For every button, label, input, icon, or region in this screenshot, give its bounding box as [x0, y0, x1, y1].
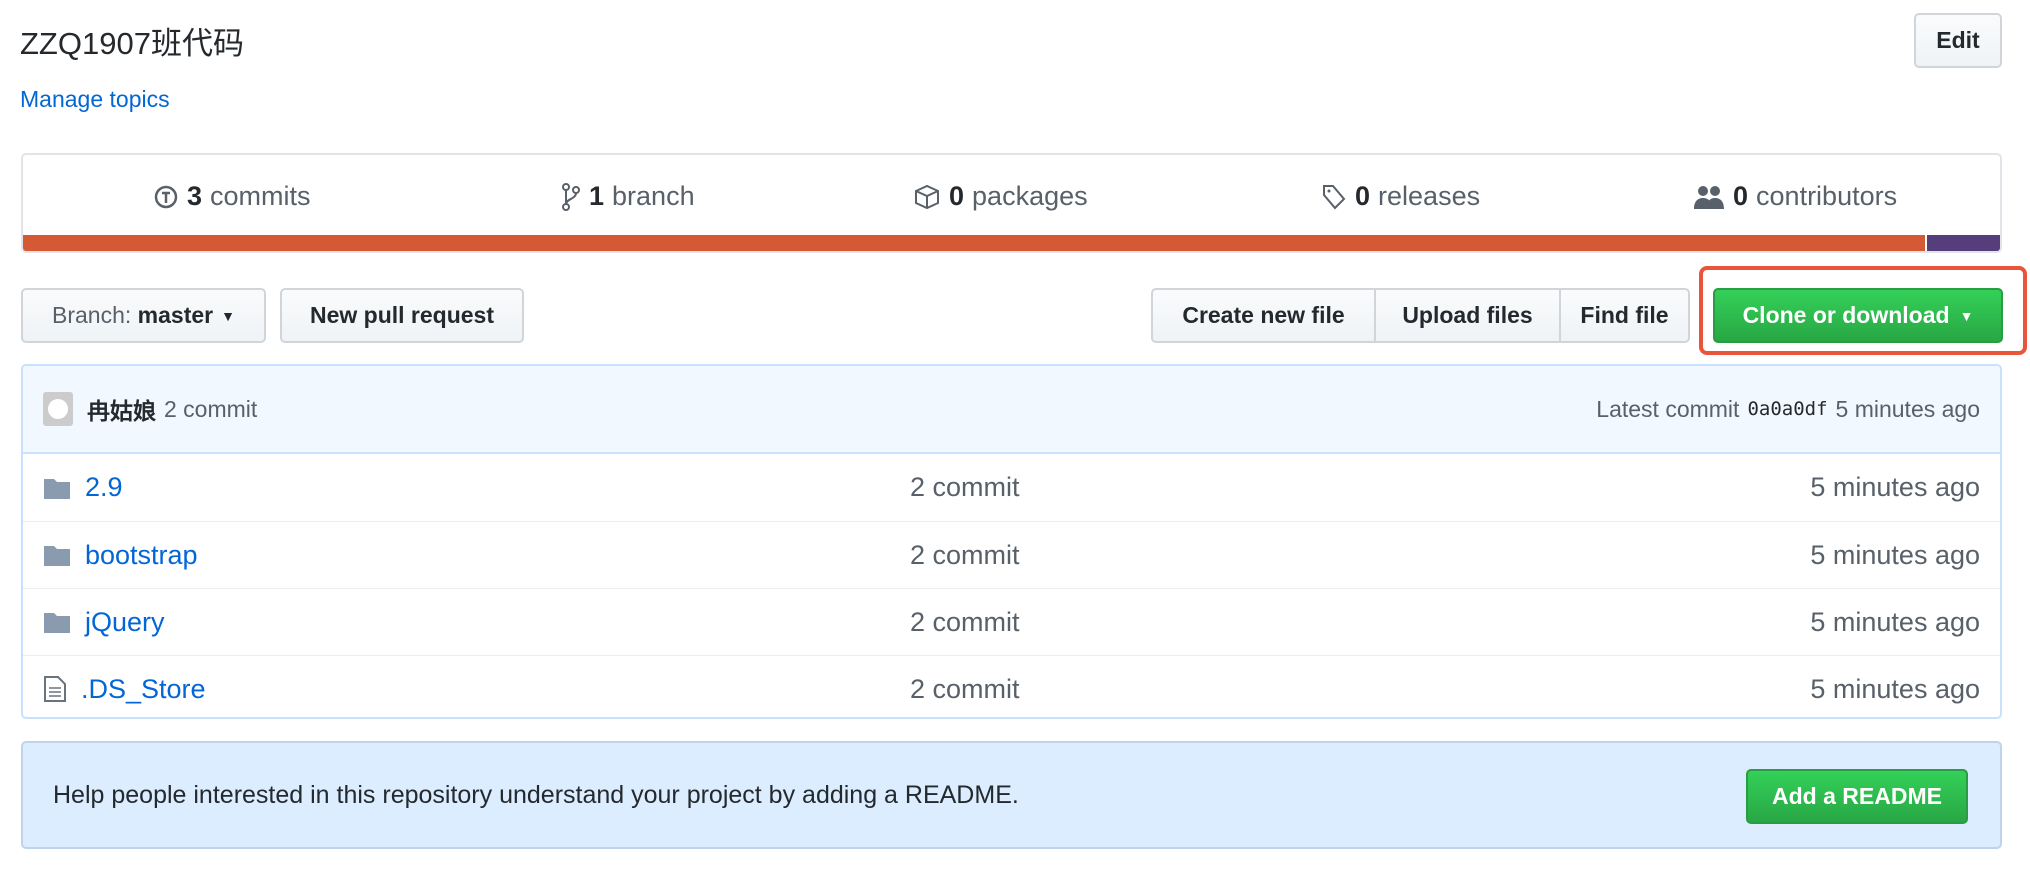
- github-icon: [48, 399, 68, 419]
- stat-contributors[interactable]: 0 contributors: [1693, 181, 1897, 212]
- commit-message-link[interactable]: 2 commit: [910, 540, 1020, 571]
- folder-icon: [44, 478, 70, 499]
- file-list: 冉姑娘 2 commit Latest commit 0a0a0df 5 min…: [21, 364, 2002, 719]
- upload-files-button[interactable]: Upload files: [1374, 288, 1561, 343]
- stat-branches[interactable]: 1 branch: [561, 181, 695, 212]
- commit-message[interactable]: 2 commit: [164, 396, 257, 423]
- package-icon: [915, 184, 939, 209]
- caret-down-icon: ▼: [221, 307, 235, 324]
- commit-sha[interactable]: 0a0a0df: [1747, 398, 1827, 420]
- people-icon: [1694, 185, 1724, 209]
- create-new-file-button[interactable]: Create new file: [1151, 288, 1376, 343]
- history-icon: [154, 185, 178, 208]
- branch-icon: [562, 182, 580, 211]
- edit-button[interactable]: Edit: [1914, 13, 2002, 68]
- stat-releases[interactable]: 0 releases: [1321, 181, 1480, 212]
- stat-commits[interactable]: 3 commits: [153, 181, 311, 212]
- find-file-button[interactable]: Find file: [1559, 288, 1690, 343]
- clone-or-download-button[interactable]: Clone or download ▼: [1713, 288, 2003, 343]
- file-row[interactable]: .DS_Store 2 commit 5 minutes ago: [23, 655, 2000, 717]
- file-name-link[interactable]: bootstrap: [85, 540, 198, 571]
- file-icon: [44, 676, 66, 702]
- file-row[interactable]: jQuery 2 commit 5 minutes ago: [23, 588, 2000, 655]
- repo-title: ZZQ1907班代码: [20, 26, 244, 61]
- repo-stats: 3 commits 1 branch 0 packages 0 releases 0 co…: [21, 153, 2002, 253]
- commit-age: 5 minutes ago: [1810, 539, 1980, 570]
- file-row[interactable]: 2.9 2 commit 5 minutes ago: [23, 454, 2000, 521]
- avatar[interactable]: [43, 392, 73, 426]
- branch-select-button[interactable]: Branch: master ▼: [21, 288, 266, 343]
- stat-packages[interactable]: 0 packages: [913, 181, 1088, 212]
- file-name-link[interactable]: 2.9: [85, 472, 123, 503]
- tag-icon: [1323, 184, 1346, 209]
- commit-age: 5 minutes ago: [1810, 606, 1980, 637]
- language-segment[interactable]: [1924, 235, 2000, 251]
- file-row[interactable]: bootstrap 2 commit 5 minutes ago: [23, 521, 2000, 588]
- folder-icon: [44, 546, 70, 566]
- commit-message-link[interactable]: 2 commit: [910, 607, 1020, 638]
- caret-down-icon: ▼: [1959, 307, 1974, 324]
- file-name-link[interactable]: .DS_Store: [81, 674, 206, 705]
- commit-message-link[interactable]: 2 commit: [910, 674, 1020, 705]
- folder-icon: [44, 613, 70, 633]
- commit-age: 5 minutes ago: [1810, 673, 1980, 704]
- latest-commit-bar: 冉姑娘 2 commit Latest commit 0a0a0df 5 min…: [23, 366, 2000, 454]
- readme-prompt: Help people interested in this repositor…: [21, 741, 2002, 849]
- commit-author[interactable]: 冉姑娘: [87, 392, 156, 426]
- new-pull-request-button[interactable]: New pull request: [280, 288, 524, 343]
- manage-topics-link[interactable]: Manage topics: [20, 86, 170, 113]
- file-name-link[interactable]: jQuery: [85, 607, 165, 638]
- add-readme-button[interactable]: Add a README: [1746, 769, 1968, 824]
- commit-age: 5 minutes ago: [1810, 472, 1980, 502]
- commit-message-link[interactable]: 2 commit: [910, 472, 1020, 503]
- language-segment[interactable]: [23, 235, 1925, 251]
